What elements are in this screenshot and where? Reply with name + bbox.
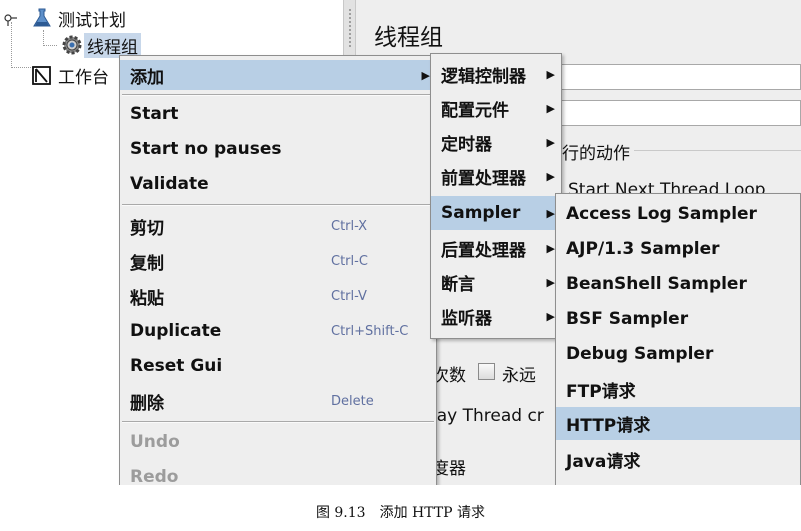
menu-item-debug-sampler[interactable]: Debug Sampler xyxy=(556,338,800,370)
menu-item-paste[interactable]: 粘贴 Ctrl-V xyxy=(120,281,436,311)
submenu-arrow-icon: ▶ xyxy=(546,206,555,220)
menu-item-access-log-sampler[interactable]: Access Log Sampler xyxy=(556,198,800,230)
menu-separator xyxy=(122,421,434,423)
menu-item-config-element[interactable]: 配置元件 ▶ xyxy=(431,92,561,124)
panel-title: 线程组 xyxy=(374,25,443,51)
menu-separator xyxy=(122,94,434,96)
menu-item-reset-gui[interactable]: Reset Gui xyxy=(120,351,436,381)
submenu-arrow-icon: ▶ xyxy=(546,309,555,323)
tree-node-label: 测试计划 xyxy=(58,10,126,31)
submenu-arrow-icon: ▶ xyxy=(546,101,555,115)
gear-icon xyxy=(60,33,84,57)
menu-item-redo: Redo xyxy=(130,467,179,485)
menu-item-beanshell-sampler[interactable]: BeanShell Sampler xyxy=(556,268,800,300)
menu-item-ftp-request[interactable]: FTP请求 xyxy=(556,373,800,405)
add-submenu: 逻辑控制器 ▶ 配置元件 ▶ 定时器 ▶ 前置处理器 ▶ Sampler ▶ 后置处理器 ▶… xyxy=(430,53,562,339)
menu-item-start-no-pauses[interactable]: Start no pauses xyxy=(120,134,436,164)
menu-item-assertion[interactable]: 断言 ▶ xyxy=(431,266,561,298)
tree-node-test-plan[interactable]: 测试计划 xyxy=(30,6,126,31)
tree-node-workbench[interactable]: 工作台 xyxy=(30,62,109,88)
menu-item-undo: Undo xyxy=(130,432,180,452)
forever-label: 永远 xyxy=(502,366,536,386)
loop-count-label: 次数 xyxy=(432,366,466,386)
menu-item-ajp-sampler[interactable]: AJP/1.3 Sampler xyxy=(556,233,800,265)
context-menu: 添加 ▶ Start Start no pauses Validate 剪切 Ctr… xyxy=(119,55,437,485)
action-section-title: 行的动作 xyxy=(562,139,634,164)
sampler-submenu: Access Log Sampler AJP/1.3 Sampler BeanS… xyxy=(555,193,801,485)
menu-item-java-request[interactable]: Java请求 xyxy=(556,443,800,475)
menu-item-bsf-sampler[interactable]: BSF Sampler xyxy=(556,303,800,335)
menu-item-logic-controller[interactable]: 逻辑控制器 ▶ xyxy=(431,58,561,90)
submenu-arrow-icon: ▶ xyxy=(546,67,555,81)
tree-connector xyxy=(11,22,12,68)
tree-expand-handle[interactable] xyxy=(4,12,18,26)
menu-item-start[interactable]: Start xyxy=(120,99,436,129)
menu-item-delete[interactable]: 删除 Delete xyxy=(120,386,436,416)
menu-item-duplicate[interactable]: Duplicate Ctrl+Shift-C xyxy=(120,316,436,346)
menu-item-post-processor[interactable]: 后置处理器 ▶ xyxy=(431,232,561,264)
menu-item-cut[interactable]: 剪切 Ctrl-X xyxy=(120,211,436,241)
submenu-arrow-icon: ▶ xyxy=(546,169,555,183)
menu-item-validate[interactable]: Validate xyxy=(120,169,436,199)
beaker-icon xyxy=(30,6,54,30)
submenu-arrow-icon: ▶ xyxy=(546,275,555,289)
tree-node-thread-group[interactable]: 线程组 xyxy=(60,32,141,58)
tree-connector xyxy=(43,45,57,46)
comments-input[interactable] xyxy=(556,100,801,126)
menu-item-timer[interactable]: 定时器 ▶ xyxy=(431,126,561,158)
scheduler-label: 度器 xyxy=(432,459,466,479)
delay-thread-creation-checkbox-label[interactable]: lay Thread cr xyxy=(432,406,544,426)
menu-item-listener[interactable]: 监听器 ▶ xyxy=(431,300,561,332)
workbench-icon xyxy=(30,63,54,87)
menu-item-sampler[interactable]: Sampler ▶ xyxy=(431,196,561,230)
submenu-arrow-icon: ▶ xyxy=(421,68,430,82)
name-input[interactable] xyxy=(556,64,801,90)
tree-node-label: 工作台 xyxy=(58,67,109,88)
menu-separator xyxy=(122,204,434,206)
figure-caption: 图 9.13 添加 HTTP 请求 xyxy=(315,505,486,521)
menu-item-add[interactable]: 添加 ▶ xyxy=(120,60,436,90)
menu-item-copy[interactable]: 复制 Ctrl-C xyxy=(120,246,436,276)
submenu-arrow-icon: ▶ xyxy=(546,135,555,149)
menu-item-http-request[interactable]: HTTP请求 xyxy=(556,407,800,440)
tree-connector xyxy=(43,30,44,46)
submenu-arrow-icon: ▶ xyxy=(546,241,555,255)
forever-checkbox[interactable] xyxy=(478,363,495,380)
menu-item-pre-processor[interactable]: 前置处理器 ▶ xyxy=(431,160,561,192)
tree-node-label: 线程组 xyxy=(84,32,141,58)
jmeter-window: 测试计划 线程组 工作台 线程组 行的动作 Start Next Thread … xyxy=(0,0,801,485)
